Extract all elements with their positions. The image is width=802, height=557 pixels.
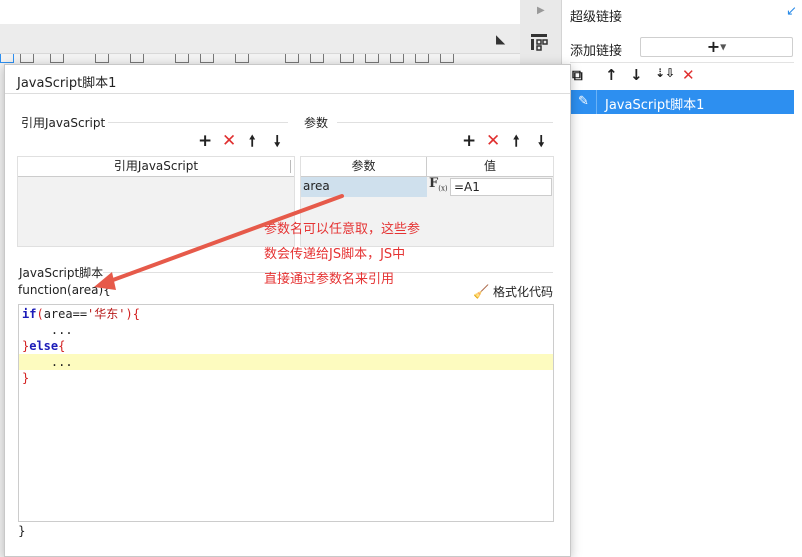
param-value-header: 值 bbox=[427, 157, 553, 177]
divider bbox=[290, 160, 291, 173]
delete-param-icon[interactable]: ✕ bbox=[486, 132, 500, 150]
param-name-cell[interactable]: area bbox=[301, 177, 427, 197]
divider bbox=[337, 122, 553, 123]
move-up-icon[interactable]: ↑ bbox=[605, 66, 618, 84]
add-icon[interactable]: + bbox=[198, 132, 212, 150]
ref-column-header: 引用JavaScript bbox=[18, 157, 294, 177]
code-variable: area bbox=[43, 307, 73, 321]
formula-icon[interactable]: F(x) bbox=[429, 176, 448, 193]
move-down-icon[interactable]: 🠗 bbox=[274, 132, 280, 150]
annotation-note: 参数名可以任意取，这些参 数会传递给JS脚本，JS中 直接通过参数名来引用 bbox=[264, 217, 464, 292]
delete-icon[interactable]: ✕ bbox=[222, 132, 236, 150]
panel-title: 超级链接 bbox=[570, 10, 623, 25]
code-paren: ) bbox=[125, 307, 133, 321]
grid-layout-icon[interactable] bbox=[530, 33, 550, 51]
code-brace: { bbox=[58, 339, 66, 353]
annotation-line: 直接通过参数名来引用 bbox=[264, 272, 395, 287]
ref-section-label: 引用JavaScript bbox=[21, 116, 106, 130]
ref-column-label: 引用JavaScript bbox=[113, 159, 199, 173]
script-section-label: JavaScript脚本 bbox=[19, 266, 104, 280]
hyperlink-panel: 超级链接 ↙ 添加链接 +▼ ⧉ ↑ ↓ ⇣⇩ ✕ ✎ JavaScript脚本… bbox=[562, 0, 802, 557]
divider bbox=[570, 62, 794, 63]
dropdown-caret-icon: ▼ bbox=[720, 42, 727, 52]
add-link-label: 添加链接 bbox=[570, 44, 623, 59]
pencil-icon: ✎ bbox=[578, 94, 589, 109]
code-line: } bbox=[19, 370, 553, 386]
param-value-input[interactable]: =A1 bbox=[450, 178, 552, 196]
copy-icon[interactable]: ⧉ bbox=[572, 66, 583, 84]
sort-down-icon[interactable]: ⇣⇩ bbox=[655, 66, 675, 80]
add-link-button[interactable]: +▼ bbox=[640, 37, 793, 57]
code-keyword: else bbox=[29, 339, 59, 353]
code-brace: { bbox=[132, 307, 140, 321]
code-line: ... bbox=[22, 323, 73, 337]
javascript-dialog: JavaScript脚本1 引用JavaScript + ✕ 🠕 🠗 引用Jav… bbox=[4, 64, 571, 557]
code-paren: ( bbox=[36, 307, 44, 321]
link-list-item[interactable]: ✎ JavaScript脚本1 bbox=[570, 90, 794, 114]
corner-menu-icon[interactable]: ◣ bbox=[496, 32, 505, 46]
divider bbox=[596, 90, 597, 114]
code-line: if(area=='华东'){ bbox=[19, 306, 553, 322]
move-down-icon[interactable]: 🠗 bbox=[538, 132, 544, 150]
link-item-label: JavaScript脚本1 bbox=[605, 98, 705, 113]
code-keyword: if bbox=[22, 307, 37, 321]
code-brace: } bbox=[22, 371, 30, 385]
annotation-line: 参数名可以任意取，这些参 bbox=[264, 222, 421, 237]
format-code-button[interactable]: 🧹 格式化代码 bbox=[473, 283, 553, 300]
add-icon: + bbox=[706, 37, 721, 56]
function-closing: } bbox=[18, 524, 26, 538]
dialog-title: JavaScript脚本1 bbox=[17, 76, 117, 91]
broom-icon: 🧹 bbox=[473, 285, 490, 300]
background-top-area bbox=[0, 0, 520, 24]
background-title-bar bbox=[0, 24, 520, 54]
delete-icon[interactable]: ✕ bbox=[682, 66, 695, 84]
divider bbox=[108, 122, 288, 123]
move-up-icon[interactable]: 🠕 bbox=[249, 132, 255, 150]
code-editor[interactable]: if(area=='华东'){ ... }else{ ... } bbox=[18, 304, 554, 522]
format-code-label: 格式化代码 bbox=[493, 285, 554, 299]
code-line: }else{ bbox=[19, 338, 553, 354]
ref-js-table[interactable]: 引用JavaScript bbox=[17, 156, 295, 247]
add-param-icon[interactable]: + bbox=[462, 132, 476, 150]
expand-arrow-icon[interactable]: ▶ bbox=[537, 5, 545, 16]
param-name-header: 参数 bbox=[301, 157, 427, 177]
code-operator: == bbox=[72, 307, 88, 321]
move-up-icon[interactable]: 🠕 bbox=[513, 132, 519, 150]
param-section-label: 参数 bbox=[304, 116, 329, 130]
collapse-arrow-icon[interactable]: ↙ bbox=[786, 4, 797, 19]
annotation-line: 数会传递给JS脚本，JS中 bbox=[264, 247, 406, 262]
function-signature: function(area){ bbox=[18, 283, 111, 297]
code-line-highlighted: ... bbox=[19, 354, 553, 370]
code-string: '华东' bbox=[87, 307, 126, 321]
formula-x: (x) bbox=[438, 184, 448, 193]
move-down-icon[interactable]: ↓ bbox=[630, 66, 643, 84]
formula-f: F bbox=[429, 176, 439, 191]
divider bbox=[5, 93, 570, 94]
